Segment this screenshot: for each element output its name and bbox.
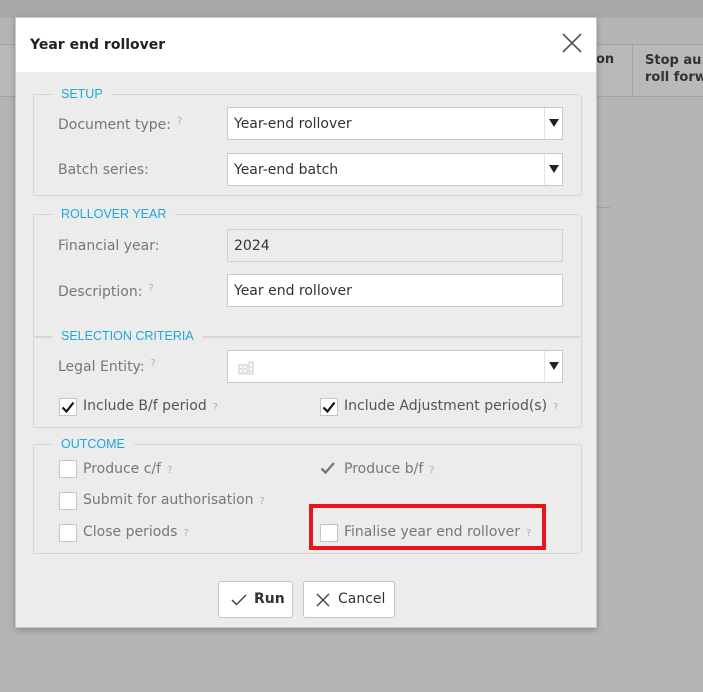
- batch-series-value: Year-end batch: [234, 162, 339, 178]
- include-adjustment-periods-checkbox[interactable]: [320, 398, 338, 416]
- checkmark-icon: [322, 401, 336, 414]
- produce-bf-text: Produce b/f: [344, 461, 424, 477]
- legal-entity-label: Legal Entity:?: [58, 358, 156, 375]
- cancel-button-label: Cancel: [338, 591, 386, 607]
- dialog-header: Year end rollover: [16, 18, 596, 72]
- include-bf-period-label: Include B/f period?: [83, 398, 218, 414]
- setup-legend: SETUP: [52, 86, 112, 102]
- cancel-button[interactable]: Cancel: [303, 581, 395, 618]
- description-label: Description:?: [58, 283, 154, 300]
- help-icon[interactable]: ?: [148, 283, 153, 294]
- selection-criteria-legend: SELECTION CRITERIA: [52, 328, 203, 344]
- building-icon: [238, 361, 254, 375]
- document-type-dropdown-arrow[interactable]: [544, 108, 562, 139]
- legal-entity-dropdown-arrow[interactable]: [544, 351, 562, 382]
- document-type-value: Year-end rollover: [234, 116, 352, 132]
- include-adjustment-periods-label: Include Adjustment period(s)?: [344, 398, 558, 414]
- produce-bf-label: Produce b/f?: [344, 461, 435, 477]
- checkmark-icon: [231, 594, 247, 606]
- help-icon[interactable]: ?: [213, 402, 218, 413]
- financial-year-label: Financial year:: [58, 238, 160, 254]
- batch-series-select[interactable]: Year-end batch: [227, 153, 563, 186]
- financial-year-field: 2024: [227, 229, 563, 262]
- close-periods-label: Close periods?: [83, 524, 189, 540]
- help-icon[interactable]: ?: [177, 116, 182, 127]
- batch-series-label: Batch series:: [58, 162, 149, 178]
- include-adjustment-periods-text: Include Adjustment period(s): [344, 398, 548, 414]
- close-icon: [316, 593, 330, 607]
- background-column-header-stop: Stop au roll forw: [632, 44, 703, 97]
- chevron-down-icon: [549, 362, 559, 370]
- help-icon[interactable]: ?: [167, 465, 172, 476]
- financial-year-value: 2024: [234, 238, 270, 254]
- rollover-year-legend: ROLLOVER YEAR: [52, 206, 176, 222]
- legal-entity-label-text: Legal Entity:: [58, 359, 145, 375]
- chevron-down-icon: [549, 165, 559, 173]
- legal-entity-select[interactable]: [227, 350, 563, 383]
- background-column-header-line2: roll forw: [645, 70, 703, 85]
- outcome-legend: OUTCOME: [52, 436, 134, 452]
- help-icon[interactable]: ?: [429, 465, 434, 476]
- close-icon[interactable]: [561, 32, 583, 54]
- run-button[interactable]: Run: [218, 581, 293, 618]
- help-icon[interactable]: ?: [553, 402, 558, 413]
- help-icon[interactable]: ?: [183, 528, 188, 539]
- submit-for-authorisation-checkbox[interactable]: [59, 492, 77, 510]
- background-top-bar: [0, 0, 703, 18]
- document-type-select[interactable]: Year-end rollover: [227, 107, 563, 140]
- background-divider: [596, 207, 610, 208]
- background-column-header-line1: Stop au: [645, 53, 702, 68]
- document-type-label: Document type:?: [58, 116, 182, 133]
- background-column-header-partial: on: [596, 52, 615, 67]
- run-button-label: Run: [254, 591, 285, 607]
- submit-for-authorisation-text: Submit for authorisation: [83, 492, 254, 508]
- close-periods-checkbox[interactable]: [59, 524, 77, 542]
- batch-series-dropdown-arrow[interactable]: [544, 154, 562, 185]
- close-periods-text: Close periods: [83, 524, 178, 540]
- chevron-down-icon: [549, 119, 559, 127]
- description-label-text: Description:: [58, 284, 143, 300]
- document-type-label-text: Document type:: [58, 117, 171, 133]
- help-icon[interactable]: ?: [151, 358, 156, 369]
- help-icon[interactable]: ?: [260, 496, 265, 507]
- year-end-rollover-dialog: Year end rollover SETUP Document type:? …: [15, 17, 597, 628]
- produce-cf-label: Produce c/f?: [83, 461, 172, 477]
- produce-bf-checkmark-icon[interactable]: [320, 461, 336, 475]
- submit-for-authorisation-label: Submit for authorisation?: [83, 492, 265, 508]
- produce-cf-text: Produce c/f: [83, 461, 162, 477]
- include-bf-period-text: Include B/f period: [83, 398, 207, 414]
- checkmark-icon: [61, 401, 75, 414]
- description-input[interactable]: Year end rollover: [227, 274, 563, 307]
- produce-cf-checkbox[interactable]: [59, 460, 77, 478]
- highlight-annotation-box: [309, 504, 546, 550]
- include-bf-period-checkbox[interactable]: [59, 398, 77, 416]
- description-value: Year end rollover: [234, 283, 352, 299]
- dialog-title: Year end rollover: [30, 37, 166, 53]
